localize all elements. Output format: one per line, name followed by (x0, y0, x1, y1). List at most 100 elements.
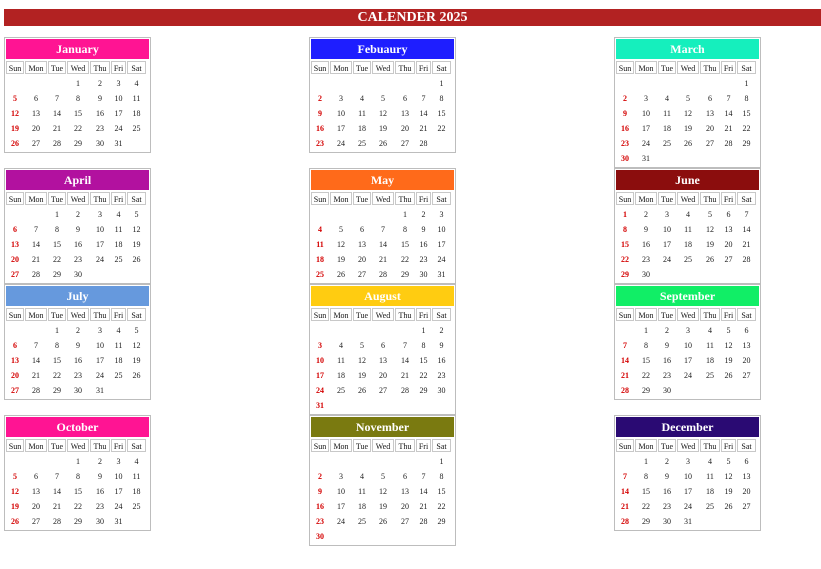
day-cell[interactable]: 2 (311, 469, 329, 484)
day-cell[interactable]: 4 (111, 323, 126, 338)
day-cell[interactable]: 27 (372, 383, 394, 398)
day-cell[interactable]: 2 (67, 323, 89, 338)
day-cell[interactable]: 14 (721, 106, 736, 121)
day-cell[interactable]: 1 (635, 454, 657, 469)
day-cell[interactable]: 8 (48, 338, 66, 353)
day-cell[interactable]: 29 (395, 267, 415, 282)
day-cell[interactable]: 28 (48, 136, 66, 151)
day-cell[interactable]: 18 (330, 368, 352, 383)
day-cell[interactable]: 9 (635, 222, 657, 237)
day-cell[interactable]: 2 (90, 76, 110, 91)
day-cell[interactable]: 3 (111, 454, 126, 469)
day-cell[interactable]: 1 (67, 76, 89, 91)
day-cell[interactable]: 9 (416, 222, 431, 237)
day-cell[interactable]: 20 (6, 252, 24, 267)
day-cell[interactable]: 22 (432, 121, 451, 136)
day-cell[interactable]: 27 (395, 136, 415, 151)
day-cell[interactable]: 6 (25, 469, 47, 484)
day-cell[interactable]: 28 (48, 514, 66, 529)
day-cell[interactable]: 28 (416, 136, 431, 151)
day-cell[interactable]: 29 (616, 267, 634, 282)
day-cell[interactable]: 28 (616, 383, 634, 398)
day-cell[interactable]: 14 (395, 353, 415, 368)
day-cell[interactable]: 17 (111, 106, 126, 121)
day-cell[interactable]: 26 (6, 514, 24, 529)
day-cell[interactable]: 9 (67, 222, 89, 237)
day-cell[interactable]: 26 (6, 136, 24, 151)
day-cell[interactable]: 12 (677, 106, 699, 121)
day-cell[interactable]: 4 (677, 207, 699, 222)
day-cell[interactable]: 29 (48, 267, 66, 282)
day-cell[interactable]: 3 (658, 207, 676, 222)
day-cell[interactable]: 21 (25, 368, 47, 383)
day-cell[interactable]: 1 (616, 207, 634, 222)
day-cell[interactable]: 10 (658, 222, 676, 237)
day-cell[interactable]: 12 (372, 106, 394, 121)
day-cell[interactable]: 9 (311, 106, 329, 121)
day-cell[interactable]: 30 (67, 267, 89, 282)
day-cell[interactable]: 2 (658, 323, 676, 338)
day-cell[interactable]: 13 (395, 106, 415, 121)
day-cell[interactable]: 10 (311, 353, 329, 368)
day-cell[interactable]: 22 (737, 121, 756, 136)
day-cell[interactable]: 30 (67, 383, 89, 398)
day-cell[interactable]: 6 (395, 469, 415, 484)
day-cell[interactable]: 3 (677, 323, 699, 338)
day-cell[interactable]: 2 (311, 91, 329, 106)
day-cell[interactable]: 5 (677, 91, 699, 106)
day-cell[interactable]: 11 (311, 237, 329, 252)
day-cell[interactable]: 16 (616, 121, 634, 136)
day-cell[interactable]: 11 (658, 106, 676, 121)
day-cell[interactable]: 9 (67, 338, 89, 353)
day-cell[interactable]: 18 (127, 484, 146, 499)
day-cell[interactable]: 28 (721, 136, 736, 151)
day-cell[interactable]: 16 (90, 106, 110, 121)
day-cell[interactable]: 27 (6, 383, 24, 398)
day-cell[interactable]: 14 (25, 353, 47, 368)
day-cell[interactable]: 26 (372, 514, 394, 529)
day-cell[interactable]: 3 (111, 76, 126, 91)
day-cell[interactable]: 8 (616, 222, 634, 237)
day-cell[interactable]: 22 (616, 252, 634, 267)
day-cell[interactable]: 3 (432, 207, 451, 222)
day-cell[interactable]: 25 (111, 252, 126, 267)
day-cell[interactable]: 11 (677, 222, 699, 237)
day-cell[interactable]: 2 (616, 91, 634, 106)
day-cell[interactable]: 28 (616, 514, 634, 529)
day-cell[interactable]: 20 (700, 121, 720, 136)
day-cell[interactable]: 7 (616, 338, 634, 353)
day-cell[interactable]: 8 (737, 91, 756, 106)
day-cell[interactable]: 4 (353, 469, 371, 484)
day-cell[interactable]: 19 (127, 237, 146, 252)
day-cell[interactable]: 17 (677, 353, 699, 368)
day-cell[interactable]: 31 (111, 136, 126, 151)
day-cell[interactable]: 20 (395, 499, 415, 514)
day-cell[interactable]: 20 (737, 353, 756, 368)
day-cell[interactable]: 14 (372, 237, 394, 252)
day-cell[interactable]: 9 (90, 469, 110, 484)
day-cell[interactable]: 19 (353, 368, 371, 383)
day-cell[interactable]: 4 (700, 323, 720, 338)
day-cell[interactable]: 15 (635, 484, 657, 499)
day-cell[interactable]: 1 (416, 323, 431, 338)
day-cell[interactable]: 22 (48, 252, 66, 267)
day-cell[interactable]: 16 (635, 237, 657, 252)
day-cell[interactable]: 12 (127, 338, 146, 353)
day-cell[interactable]: 29 (737, 136, 756, 151)
day-cell[interactable]: 23 (658, 368, 676, 383)
day-cell[interactable]: 19 (721, 484, 736, 499)
day-cell[interactable]: 11 (111, 338, 126, 353)
day-cell[interactable]: 7 (416, 469, 431, 484)
day-cell[interactable]: 18 (658, 121, 676, 136)
day-cell[interactable]: 8 (635, 338, 657, 353)
day-cell[interactable]: 23 (67, 368, 89, 383)
day-cell[interactable]: 31 (677, 514, 699, 529)
day-cell[interactable]: 9 (658, 469, 676, 484)
day-cell[interactable]: 20 (25, 499, 47, 514)
day-cell[interactable]: 26 (353, 383, 371, 398)
day-cell[interactable]: 15 (395, 237, 415, 252)
day-cell[interactable]: 27 (721, 252, 736, 267)
day-cell[interactable]: 25 (111, 368, 126, 383)
day-cell[interactable]: 13 (25, 484, 47, 499)
day-cell[interactable]: 7 (25, 222, 47, 237)
